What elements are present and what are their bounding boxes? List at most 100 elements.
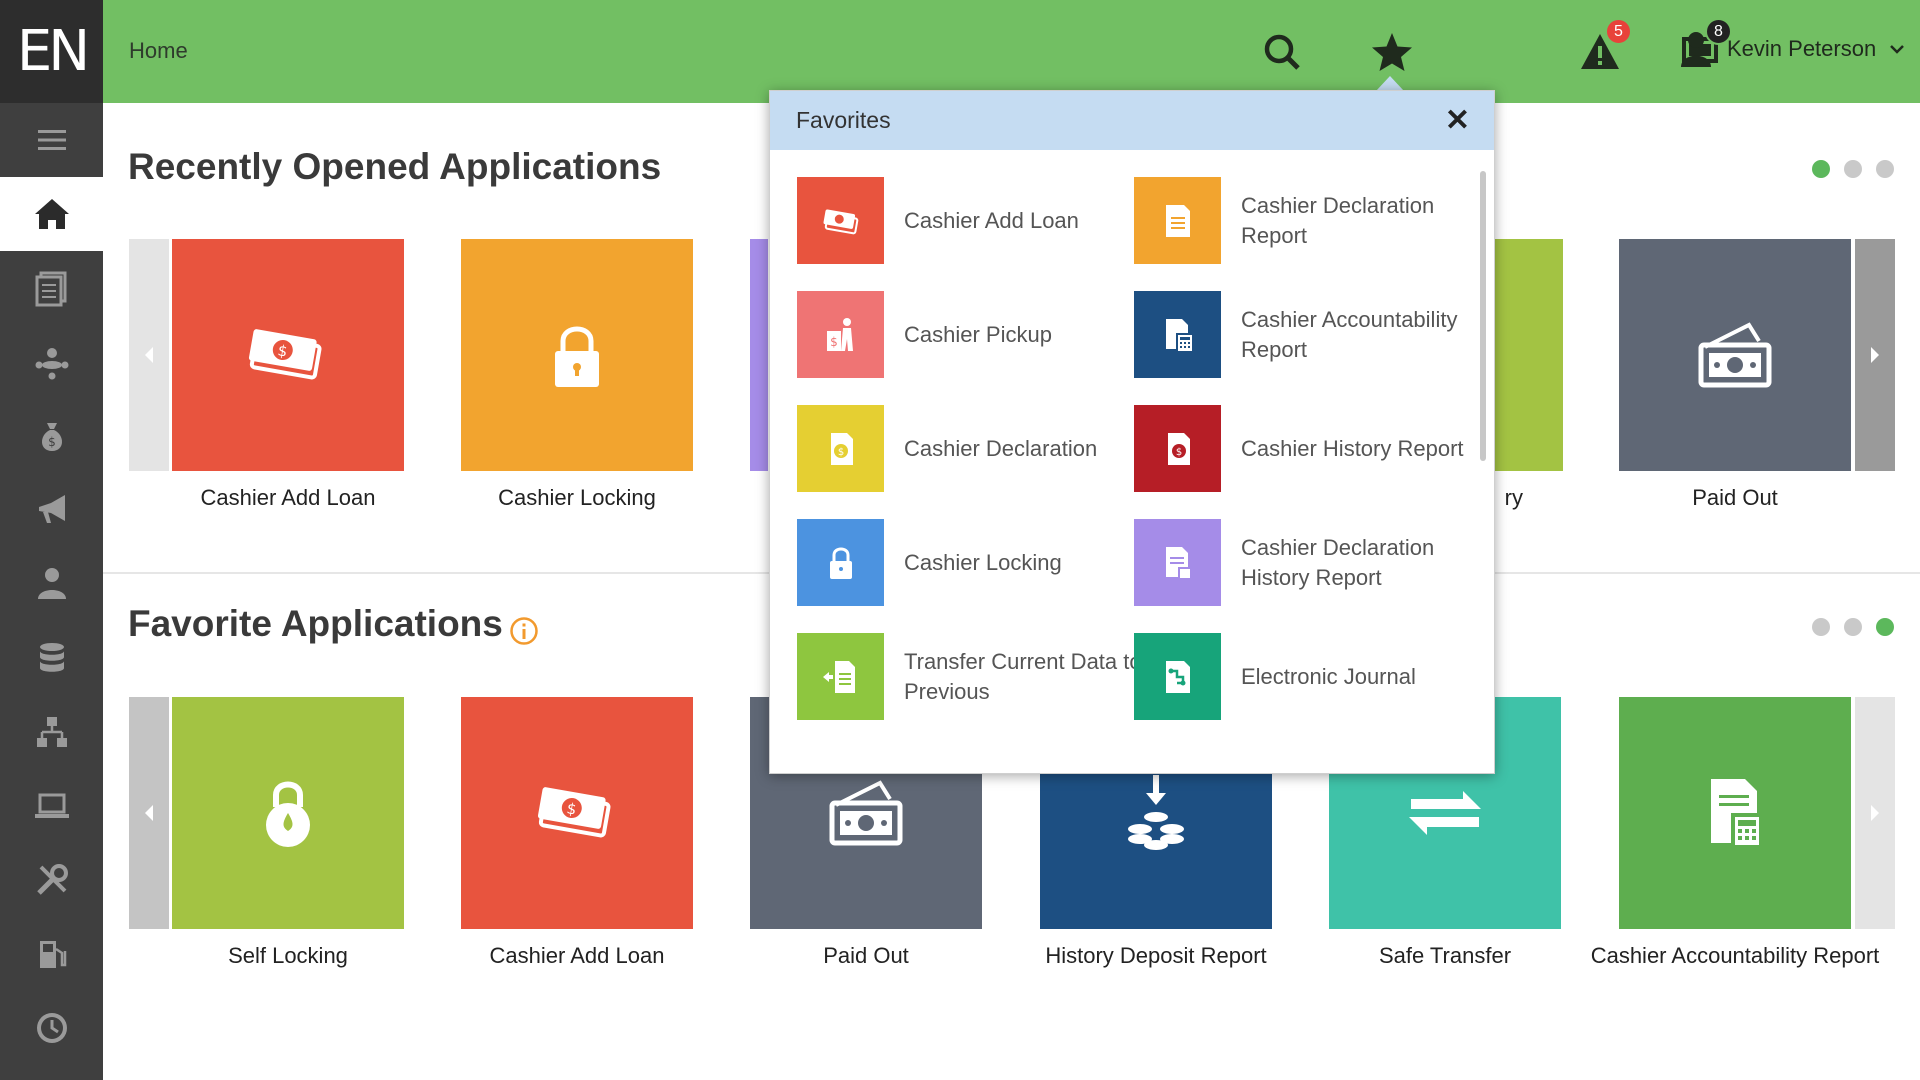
network-icon [36, 717, 67, 747]
recent-page-dot-1[interactable] [1812, 160, 1830, 178]
favorite-item-cashier-declaration-history-report[interactable]: Cashier Declaration History Report [1134, 519, 1481, 606]
favorite-tile-label: Self Locking [228, 943, 348, 968]
sidebar-item-menu[interactable] [0, 103, 103, 177]
favorite-item-label: Cashier Locking [904, 549, 1062, 575]
sidebar-item-history[interactable] [0, 991, 103, 1065]
favorites-prev-arrow[interactable] [129, 697, 169, 929]
close-icon[interactable]: ✕ [1445, 103, 1470, 138]
laptop-icon [34, 793, 69, 818]
document-icon [1134, 177, 1221, 264]
clock-icon [36, 1013, 67, 1043]
favorite-item-cashier-accountability-report[interactable]: Cashier Accountability Report [1134, 291, 1481, 378]
users-icon [37, 568, 66, 599]
favorite-item-cashier-locking[interactable]: Cashier Locking [797, 519, 1144, 606]
popup-title: Favorites [796, 107, 891, 133]
pickup-icon: $ [797, 291, 884, 378]
favorite-item-label: Cashier Declaration History Report [1241, 534, 1435, 590]
favorite-item-label: Cashier Accountability Report [1241, 306, 1458, 362]
favorite-item-label: Cashier History Report [1241, 435, 1464, 461]
favorite-item-label: Electronic Journal [1241, 663, 1416, 689]
favorite-item-cashier-history-report[interactable]: $ Cashier History Report [1134, 405, 1481, 492]
favorite-tile-label: Cashier Accountability Report [1590, 943, 1880, 968]
favorite-item-electronic-journal[interactable]: Electronic Journal [1134, 633, 1481, 720]
favorite-item-cashier-declaration-report[interactable]: Cashier Declaration Report [1134, 177, 1481, 264]
favorite-tile-cashier-accountability-report[interactable] [1619, 697, 1851, 929]
favorites-button[interactable] [1366, 26, 1418, 78]
info-icon[interactable] [509, 616, 539, 646]
menu-icon [37, 130, 66, 150]
favorites-pager [1812, 618, 1894, 636]
alerts-button[interactable]: 5 [1574, 18, 1632, 78]
favorite-item-label: Cashier Declaration [904, 435, 1098, 461]
sidebar-item-users[interactable] [0, 547, 103, 621]
recent-prev-arrow[interactable] [129, 239, 169, 471]
transfer-data-icon [797, 633, 884, 720]
favorite-tile-label: Safe Transfer [1378, 943, 1512, 968]
chevron-left-icon [145, 805, 153, 821]
recent-pager [1812, 160, 1894, 178]
cash-icon: $ [537, 787, 611, 838]
chevron-left-icon [145, 347, 153, 363]
app-logo[interactable]: EN [0, 0, 103, 103]
favorite-item-label: Transfer Current Data to Previous [904, 648, 1142, 704]
user-name: Kevin Peterson [1727, 36, 1877, 61]
recent-tile-paid-out[interactable] [1619, 239, 1851, 471]
recent-tile-partial[interactable] [750, 239, 768, 471]
favorite-item-cashier-declaration[interactable]: $ Cashier Declaration [797, 405, 1144, 492]
sidebar-item-database[interactable] [0, 621, 103, 695]
chevron-right-icon [1871, 805, 1879, 821]
sidebar-item-documents[interactable] [0, 251, 103, 325]
sidebar: EN $ [0, 0, 103, 1080]
lock-icon [555, 326, 599, 387]
sidebar-item-org[interactable] [0, 325, 103, 399]
journal-icon [1134, 633, 1221, 720]
sidebar-item-money[interactable]: $ [0, 399, 103, 473]
svg-text:$: $ [830, 335, 838, 349]
favorite-tile-label: Paid Out [823, 943, 909, 968]
recent-next-arrow[interactable] [1855, 239, 1895, 471]
svg-text:$: $ [1175, 447, 1181, 458]
calculator-report-icon [1134, 291, 1221, 378]
favorite-tile-cashier-add-loan[interactable]: $ [461, 697, 693, 929]
favorite-item-cashier-add-loan[interactable]: Cashier Add Loan [797, 177, 1144, 264]
paid-out-icon [1698, 322, 1772, 388]
favorites-page-dot-3[interactable] [1876, 618, 1894, 636]
recent-tile-label: Cashier Add Loan [200, 485, 376, 510]
sidebar-item-network[interactable] [0, 695, 103, 769]
recent-page-dot-2[interactable] [1844, 160, 1862, 178]
recent-tile-cashier-add-loan[interactable]: $ [172, 239, 404, 471]
home-icon [34, 199, 69, 229]
top-bar: Home 5 8 Kevin Peterson [103, 0, 1920, 103]
declaration-history-icon [1134, 519, 1221, 606]
sidebar-item-announcements[interactable] [0, 473, 103, 547]
sidebar-item-home[interactable] [0, 177, 103, 251]
recent-tile-partial-green[interactable] [1495, 239, 1563, 471]
favorites-next-arrow[interactable] [1855, 697, 1895, 929]
favorite-tile-label: Cashier Add Loan [489, 943, 665, 968]
favorite-tile-self-locking[interactable] [172, 697, 404, 929]
money-bag-icon: $ [41, 423, 62, 451]
recent-tile-label: Paid Out [1692, 485, 1778, 510]
favorites-page-dot-2[interactable] [1844, 618, 1862, 636]
favorite-item-cashier-pickup[interactable]: $ Cashier Pickup [797, 291, 1144, 378]
recent-page-dot-3[interactable] [1876, 160, 1894, 178]
cash-icon [797, 177, 884, 264]
user-menu[interactable]: Kevin Peterson [1679, 30, 1905, 68]
user-icon [1681, 32, 1711, 67]
sidebar-item-devices[interactable] [0, 769, 103, 843]
tools-icon [36, 864, 68, 895]
favorites-page-dot-1[interactable] [1812, 618, 1830, 636]
declaration-icon: $ [797, 405, 884, 492]
megaphone-icon [38, 495, 65, 523]
recent-tile-cashier-locking[interactable] [461, 239, 693, 471]
popup-caret [1376, 76, 1404, 91]
cash-icon: $ [248, 329, 322, 380]
favorite-tile-label: History Deposit Report [1045, 943, 1267, 968]
favorite-item-transfer-current-data[interactable]: Transfer Current Data to Previous [797, 633, 1144, 720]
search-button[interactable] [1256, 26, 1308, 78]
lock-icon [797, 519, 884, 606]
sidebar-item-fuel[interactable] [0, 917, 103, 991]
favorite-item-label: Cashier Pickup [904, 321, 1052, 347]
sidebar-item-tools[interactable] [0, 843, 103, 917]
breadcrumb[interactable]: Home [129, 38, 188, 64]
